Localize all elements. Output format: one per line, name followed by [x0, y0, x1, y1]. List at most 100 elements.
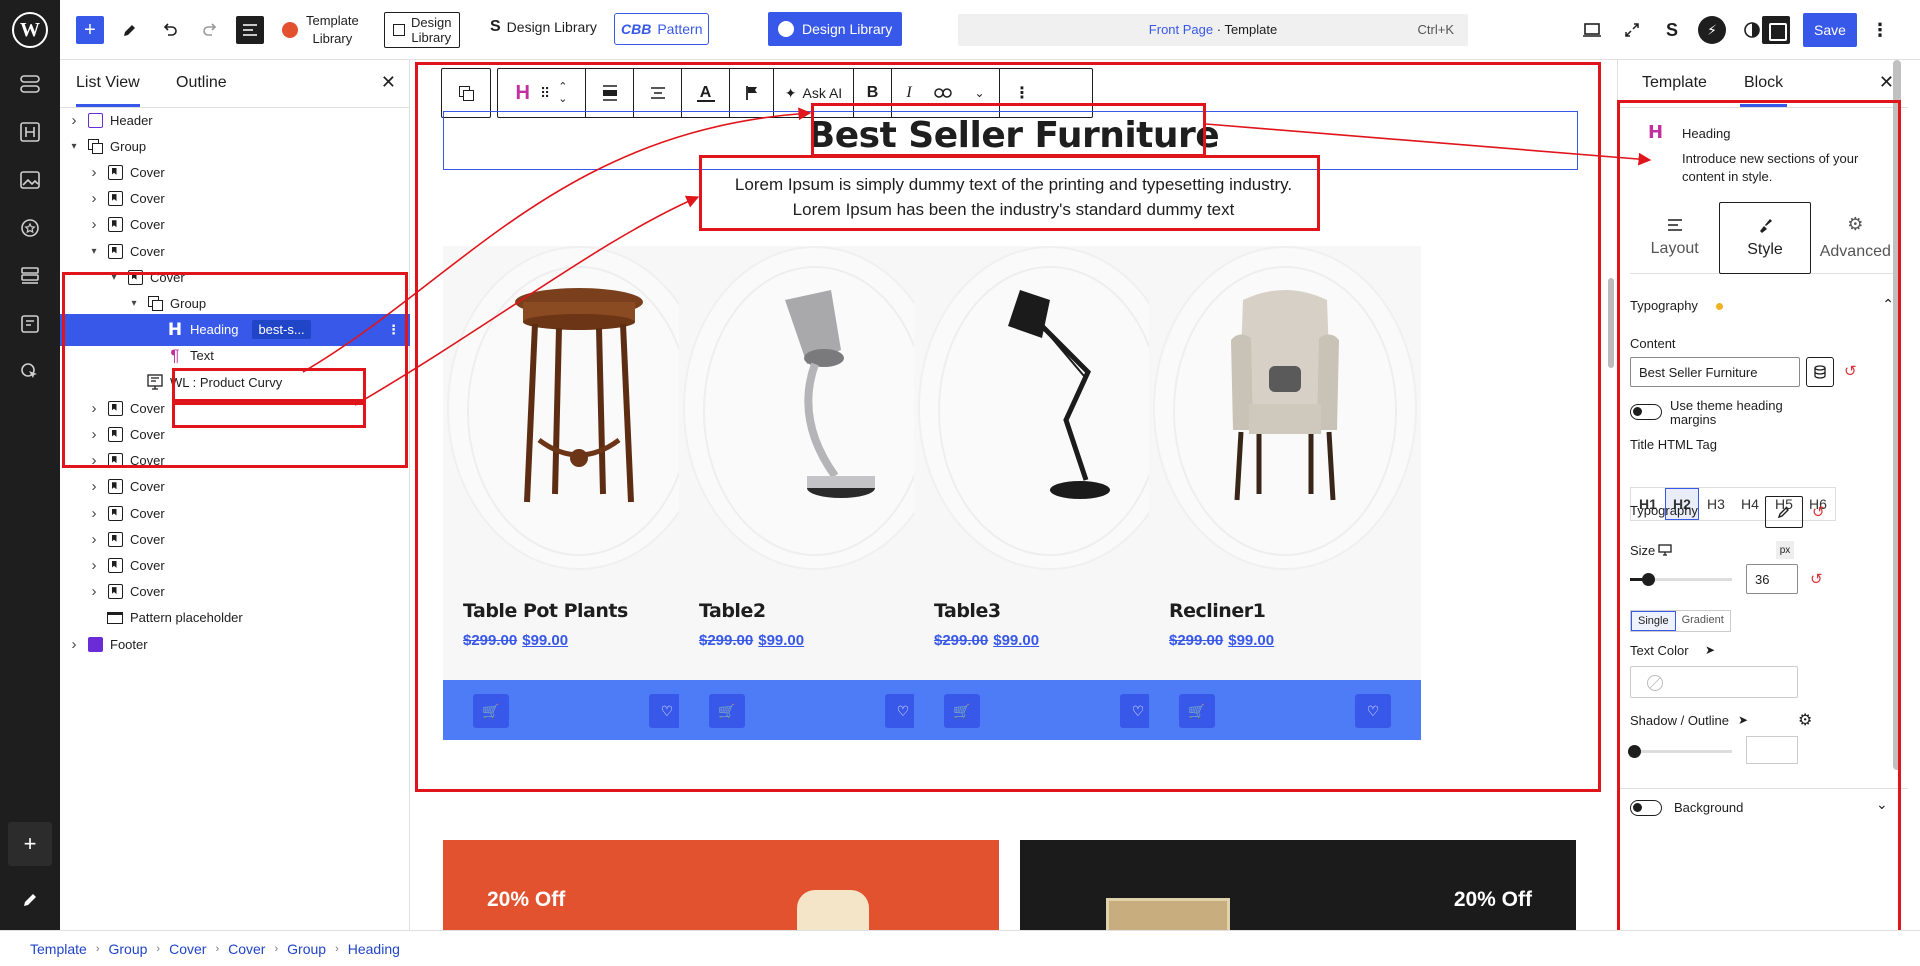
admin-rail: W +: [0, 0, 60, 966]
list-view-tabs: List View Outline ✕: [60, 60, 410, 108]
design-library-link[interactable]: S Design Library: [490, 18, 597, 36]
forms-icon[interactable]: [14, 308, 46, 340]
command-palette-bar[interactable]: Front Page · Template Ctrl+K: [958, 14, 1468, 46]
chevron-right-icon[interactable]: ›: [86, 505, 102, 522]
block-inserter-button[interactable]: +: [76, 16, 104, 44]
canvas-scrollbar[interactable]: [1608, 278, 1614, 368]
annotation-box-sidebar: [1617, 100, 1901, 952]
layers-icon[interactable]: [14, 260, 46, 292]
annotation-box-text-row: [172, 402, 366, 428]
options-kebab-icon[interactable]: ⋮: [1866, 16, 1894, 44]
annotation-box-heading-row: [172, 368, 366, 402]
rattan-furniture-image: [1106, 898, 1230, 930]
site-editor: { "topbar": { "template_library_label": …: [0, 0, 1920, 966]
promo-right-label: 20% Off: [1453, 888, 1532, 911]
cover-icon: [106, 242, 124, 260]
settings-sidebar-toggle-icon[interactable]: [1762, 16, 1790, 44]
list-view-row-label: Cover: [130, 164, 165, 180]
chevron-right-icon[interactable]: ›: [66, 112, 82, 129]
command-separator: ·: [1213, 22, 1225, 37]
tab-block[interactable]: Block: [1739, 74, 1788, 107]
cover-icon: [106, 478, 124, 496]
chevron-down-icon[interactable]: ▾: [66, 141, 82, 152]
template-library-button[interactable]: Template Library: [282, 10, 359, 50]
undo-icon[interactable]: [156, 16, 184, 44]
redo-icon[interactable]: [196, 16, 224, 44]
breadcrumb-item[interactable]: Cover: [228, 941, 265, 957]
chevron-right-icon[interactable]: ›: [86, 478, 102, 495]
breadcrumb-item[interactable]: Heading: [348, 941, 400, 957]
chevron-down-icon[interactable]: ▾: [86, 246, 102, 257]
cover-icon: [106, 163, 124, 181]
list-view-row-label: Cover: [130, 479, 165, 495]
cover-icon: [106, 530, 124, 548]
cbb-pattern-button[interactable]: CBB Pattern: [614, 13, 710, 45]
pattern-placeholder-icon: [106, 609, 124, 627]
annotation-box-heading: [811, 103, 1206, 157]
tools-pencil-icon[interactable]: [116, 16, 144, 44]
breadcrumb-chevron-icon: ›: [274, 942, 279, 955]
add-block-icon[interactable]: +: [8, 822, 52, 866]
list-view-row-label: Header: [110, 112, 153, 128]
command-template-type: Template: [1224, 22, 1278, 37]
tab-outline[interactable]: Outline: [176, 74, 227, 92]
list-view-row-label: Group: [110, 138, 147, 154]
badge-icon[interactable]: [14, 212, 46, 244]
block-breadcrumb: Template › Group › Cover › Cover › Group › Heading: [0, 930, 1920, 966]
list-view-row-label: Cover: [130, 557, 165, 573]
promo-banner-left[interactable]: 20% Off: [443, 840, 999, 930]
template-part-icon: [86, 635, 104, 653]
list-view-row-label: Cover: [130, 505, 165, 521]
breadcrumb-chevron-icon: ›: [156, 942, 161, 955]
list-view-row-label: Footer: [110, 636, 148, 652]
list-view-row-label: Cover: [130, 191, 165, 207]
breadcrumb-item[interactable]: Template: [30, 941, 87, 957]
desktop-preview-icon[interactable]: [1578, 16, 1606, 44]
design-library-button[interactable]: Design Library: [768, 12, 903, 46]
breadcrumb-item[interactable]: Group: [108, 941, 147, 957]
chevron-right-icon[interactable]: ›: [86, 583, 102, 600]
breadcrumb-chevron-icon: ›: [95, 942, 100, 955]
promo-left-label: 20% Off: [487, 888, 566, 911]
heading-block-icon[interactable]: [14, 116, 46, 148]
chevron-right-icon[interactable]: ›: [86, 531, 102, 548]
list-view-row-label: Pattern placeholder: [130, 610, 243, 626]
chevron-right-icon[interactable]: ›: [86, 164, 102, 181]
cover-icon: [106, 504, 124, 522]
fullscreen-icon[interactable]: [1618, 16, 1646, 44]
tab-template[interactable]: Template: [1642, 74, 1707, 92]
design-library-logo-icon: S: [490, 18, 501, 35]
list-view-row[interactable]: › Footer: [60, 628, 410, 660]
cover-icon: [106, 556, 124, 574]
patterns-icon[interactable]: [14, 68, 46, 100]
close-sidebar-icon[interactable]: ✕: [1879, 72, 1894, 93]
chevron-right-icon[interactable]: ›: [86, 216, 102, 233]
wordpress-logo-icon[interactable]: W: [12, 12, 48, 48]
chevron-right-icon[interactable]: ›: [66, 636, 82, 653]
promo-banner-right[interactable]: 20% Off: [1020, 840, 1576, 930]
cbb-logo-icon: CBB: [621, 21, 652, 37]
media-icon[interactable]: [14, 164, 46, 196]
template-library-label: Template Library: [306, 13, 359, 46]
template-library-icon: [282, 22, 298, 38]
interactions-icon[interactable]: [14, 356, 46, 388]
group-icon: [86, 137, 104, 155]
lamp-shade-image: [797, 890, 869, 930]
tab-list-view[interactable]: List View: [76, 74, 140, 107]
list-view-panel: List View Outline ✕ › Header ▾ Group › Cover ›…: [60, 60, 410, 930]
list-view-row-label: Cover: [130, 217, 165, 233]
cover-icon: [106, 190, 124, 208]
bolt-icon[interactable]: ⚡: [1698, 16, 1726, 44]
stackable-logo-icon[interactable]: S: [1658, 16, 1686, 44]
chevron-right-icon[interactable]: ›: [86, 190, 102, 207]
chevron-right-icon[interactable]: ›: [86, 557, 102, 574]
breadcrumb-item[interactable]: Cover: [169, 941, 206, 957]
edit-pencil-icon[interactable]: [14, 884, 46, 916]
breadcrumb-item[interactable]: Group: [287, 941, 326, 957]
close-list-view-icon[interactable]: ✕: [381, 72, 396, 93]
save-button[interactable]: Save: [1803, 13, 1857, 47]
design-library-box-icon: [393, 24, 405, 36]
design-library-box-button[interactable]: Design Library: [384, 12, 461, 48]
design-library-label: Design Library: [506, 19, 597, 35]
list-view-toggle-icon[interactable]: [236, 16, 264, 44]
